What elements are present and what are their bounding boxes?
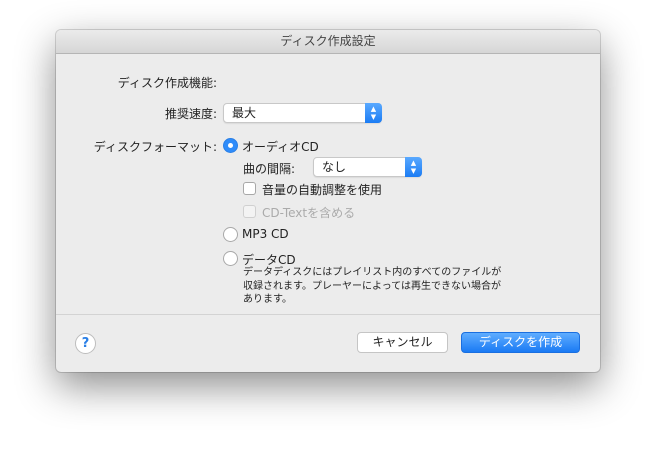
burn-section-label: ディスク作成機能:	[117, 76, 217, 90]
sound-check-label: 音量の自動調整を使用	[262, 183, 383, 197]
cd-text-label: CD-Textを含める	[262, 206, 356, 220]
gap-value: なし	[322, 160, 347, 174]
radio-audio-cd[interactable]	[223, 138, 238, 153]
burn-settings-dialog: ディスク作成設定 ディスク作成機能: 推奨速度: 最大 ▲ ▼ ディスクフォーマッ…	[56, 30, 600, 372]
data-cd-description: データディスクにはプレイリスト内のすべてのファイルが収録されます。プレーヤーによ…	[243, 267, 502, 305]
radio-mp3-cd[interactable]	[223, 227, 238, 242]
gap-label: 曲の間隔:	[243, 162, 296, 176]
format-label: ディスクフォーマット:	[93, 140, 217, 154]
audio-cd-label: オーディオCD	[242, 140, 319, 154]
speed-label: 推奨速度:	[164, 107, 217, 121]
chevron-updown-icon: ▲ ▼	[365, 103, 382, 123]
sound-check-checkbox[interactable]	[243, 182, 256, 195]
speed-value: 最大	[232, 106, 257, 120]
gap-popup[interactable]: なし ▲ ▼	[313, 157, 422, 177]
title-bar: ディスク作成設定	[56, 30, 600, 54]
help-button[interactable]: ?	[75, 333, 96, 354]
chevron-updown-icon: ▲ ▼	[405, 157, 422, 177]
radio-data-cd[interactable]	[223, 251, 238, 266]
cd-text-checkbox[interactable]	[243, 205, 256, 218]
mp3-cd-label: MP3 CD	[242, 227, 289, 241]
speed-popup[interactable]: 最大 ▲ ▼	[223, 103, 382, 123]
burn-button[interactable]: ディスクを作成	[461, 332, 580, 353]
cancel-button[interactable]: キャンセル	[357, 332, 448, 353]
divider	[56, 314, 600, 315]
